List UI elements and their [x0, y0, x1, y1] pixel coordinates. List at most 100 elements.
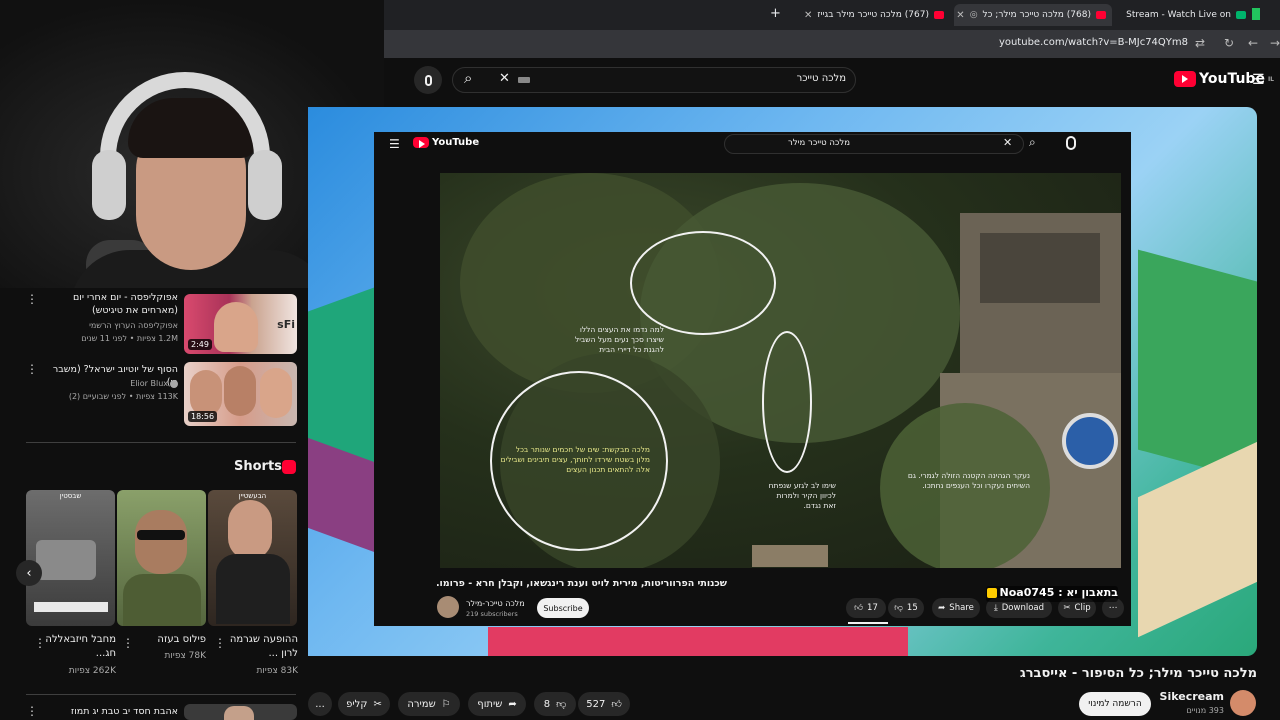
rec-title[interactable]: אפוקליפסה - יום אחרי יום (מארחים את טיגי… — [42, 291, 178, 317]
keyboard-icon[interactable] — [518, 77, 530, 83]
tab-close-icon[interactable]: ✕ — [804, 10, 812, 21]
more-options-icon[interactable]: ⋮ — [26, 292, 38, 306]
more-options-icon[interactable]: ⋮ — [26, 704, 38, 718]
channel-name[interactable]: Sikecream — [1140, 690, 1224, 703]
tab-liorslife[interactable]: LiorsLife Stream - Watch Live on — [1124, 4, 1252, 26]
site-settings-icon[interactable]: ⇄ — [1195, 36, 1205, 50]
thumbnail-sunglasses — [137, 530, 185, 540]
more-options-icon[interactable]: ⋮ — [34, 636, 46, 650]
short-title[interactable]: פילוס בעזה — [128, 633, 206, 647]
embedded-youtube-logo[interactable]: YouTube — [413, 137, 479, 148]
more-actions-button[interactable]: ... — [308, 692, 332, 716]
caption-text: נעקר הגהינה הקטנה הזולה לגמרי. גם השיחים… — [907, 471, 1030, 490]
rec-meta: 113K צפיות • לפני שבועיים (2) — [68, 392, 178, 401]
tab-label: LiorsLife Stream - Watch Live on — [1124, 10, 1231, 20]
shorts-icon — [282, 460, 296, 474]
short-views: 262K צפיות — [68, 666, 116, 676]
rec-meta: 1.2M צפיות • לפני 11 שנים — [81, 334, 178, 343]
thumbnail-body — [123, 574, 201, 626]
dislike-count: 15 — [906, 603, 918, 613]
save-button[interactable]: שמירה ⚐ — [398, 692, 460, 716]
building-window — [980, 233, 1100, 303]
share-button[interactable]: שיתוף ➦ — [468, 692, 526, 716]
embedded-clear-icon[interactable]: ✕ — [1003, 136, 1012, 149]
forward-icon[interactable]: → — [1270, 36, 1280, 50]
rec-channel[interactable]: אפוקליפסה הערוץ הרשמי — [42, 320, 178, 332]
tab-second[interactable]: (767) מלכה טייכר מילר בגייז ✕ — [790, 4, 950, 26]
more-options-icon[interactable]: ⋮ — [26, 362, 38, 376]
embedded-search-icon[interactable]: ⌕ — [1029, 135, 1036, 150]
embedded-channel-avatar[interactable] — [437, 596, 459, 618]
background-sand — [1138, 436, 1257, 638]
clip-button[interactable]: קליפ ✂ — [338, 692, 390, 716]
thumbs-down-icon: 👎︎ — [556, 699, 567, 710]
clear-search-icon[interactable]: ✕ — [499, 71, 510, 86]
duration-badge: 2:49 — [188, 339, 212, 350]
embedded-menu-icon[interactable]: ☰ — [389, 137, 400, 151]
annotation-bubble — [630, 231, 776, 335]
caption-text: שימו לב לגזע שנפתח לכיוון הקיר ולמרות זא… — [768, 481, 836, 510]
embedded-microphone-icon[interactable] — [1066, 136, 1076, 150]
youtube-logo[interactable]: YouTube IL — [1174, 71, 1274, 87]
short-views: 83K צפיות — [256, 666, 298, 676]
tab-favicon-icon — [1236, 11, 1246, 19]
annotation-bubble — [762, 331, 812, 473]
dislike-button[interactable]: 8 👎︎ — [534, 692, 576, 716]
download-icon: ⤓ — [993, 603, 998, 613]
embedded-dislike-button[interactable]: 👎︎ 15 — [888, 598, 924, 618]
bench — [752, 545, 828, 567]
youtube-favicon-icon — [1096, 11, 1106, 19]
rec-thumbnail[interactable]: sFi 2:49 — [184, 294, 297, 354]
rec-channel[interactable]: Elior Blux — [42, 378, 168, 390]
bookmark-icon: ⚐ — [441, 698, 451, 710]
rec-thumbnail[interactable]: 18:56 — [184, 362, 297, 426]
more-options-icon[interactable]: ⋮ — [122, 636, 134, 650]
like-button[interactable]: 527 👍︎ — [578, 692, 630, 716]
country-code: IL — [1267, 75, 1274, 83]
tab-active[interactable]: (768) מלכה טייכר מילר; כל ◎ ✕ — [954, 4, 1112, 26]
back-icon[interactable]: ← — [1248, 36, 1258, 50]
embedded-channel-name[interactable]: מלכה טייכר-מילר — [466, 599, 525, 608]
section-divider — [26, 442, 296, 443]
shorts-prev-button[interactable]: ‹ — [16, 560, 42, 586]
verified-icon — [170, 380, 178, 388]
url-text[interactable]: youtube.com/watch?v=B-MJc74QYm8 — [999, 37, 1188, 48]
rec-title[interactable]: אהבת חסד יב טבת יג תמוז — [42, 705, 178, 718]
more-options-icon[interactable]: ⋮ — [214, 636, 226, 650]
voice-search-button[interactable] — [414, 66, 442, 94]
search-icon[interactable]: ⌕ — [464, 69, 472, 87]
short-thumbnail[interactable]: הבעשטיין — [208, 490, 297, 626]
street-sign — [1062, 413, 1118, 469]
embedded-share-button[interactable]: ➦ Share — [932, 598, 980, 618]
embedded-search-query: מלכה טייכר מילר — [788, 138, 850, 148]
channel-avatar[interactable] — [1230, 690, 1256, 716]
embedded-like-button[interactable]: 👍︎ 17 — [846, 598, 886, 618]
rec-thumbnail[interactable] — [184, 704, 297, 720]
webcam-headphone-right — [248, 150, 282, 220]
dislike-count: 8 — [543, 698, 551, 710]
clip-label: Clip — [1074, 603, 1091, 613]
thumbnail-body — [216, 554, 290, 624]
tab-close-icon[interactable]: ✕ — [956, 10, 964, 21]
donation-text: בתאבון יא : Noa0745 — [999, 586, 1118, 599]
tab-label: (768) מלכה טייכר מילר; כל — [982, 10, 1091, 20]
reload-icon[interactable]: ↻ — [1224, 36, 1234, 50]
stream-status-icon — [1252, 8, 1260, 20]
thumbnail-face — [224, 706, 254, 720]
short-thumbnail[interactable] — [117, 490, 206, 626]
inner-video-frame[interactable]: למה נדמו את העצים הללו שיצרו סכך נעים מע… — [440, 173, 1121, 568]
shorts-heading: Shorts — [234, 459, 282, 474]
short-thumbnail[interactable]: שבסטין — [26, 490, 115, 626]
embedded-logo-text: YouTube — [432, 137, 480, 148]
embedded-subscribe-button[interactable]: Subscribe — [537, 598, 589, 618]
short-title[interactable]: ההופעה שגרמה לרון ... — [220, 633, 298, 661]
subscribe-button[interactable]: הרשמה למינוי — [1079, 692, 1151, 716]
new-tab-button[interactable]: + — [770, 6, 781, 21]
download-label: Download — [1001, 603, 1045, 613]
thumbnail-face — [260, 368, 292, 418]
short-title[interactable]: מחבל חיזבאללה חג... — [40, 633, 116, 661]
donation-icon — [987, 588, 997, 598]
thumbnail-face — [214, 302, 258, 352]
thumbnail-face — [190, 370, 222, 416]
clip-label: קליפ — [346, 698, 368, 710]
